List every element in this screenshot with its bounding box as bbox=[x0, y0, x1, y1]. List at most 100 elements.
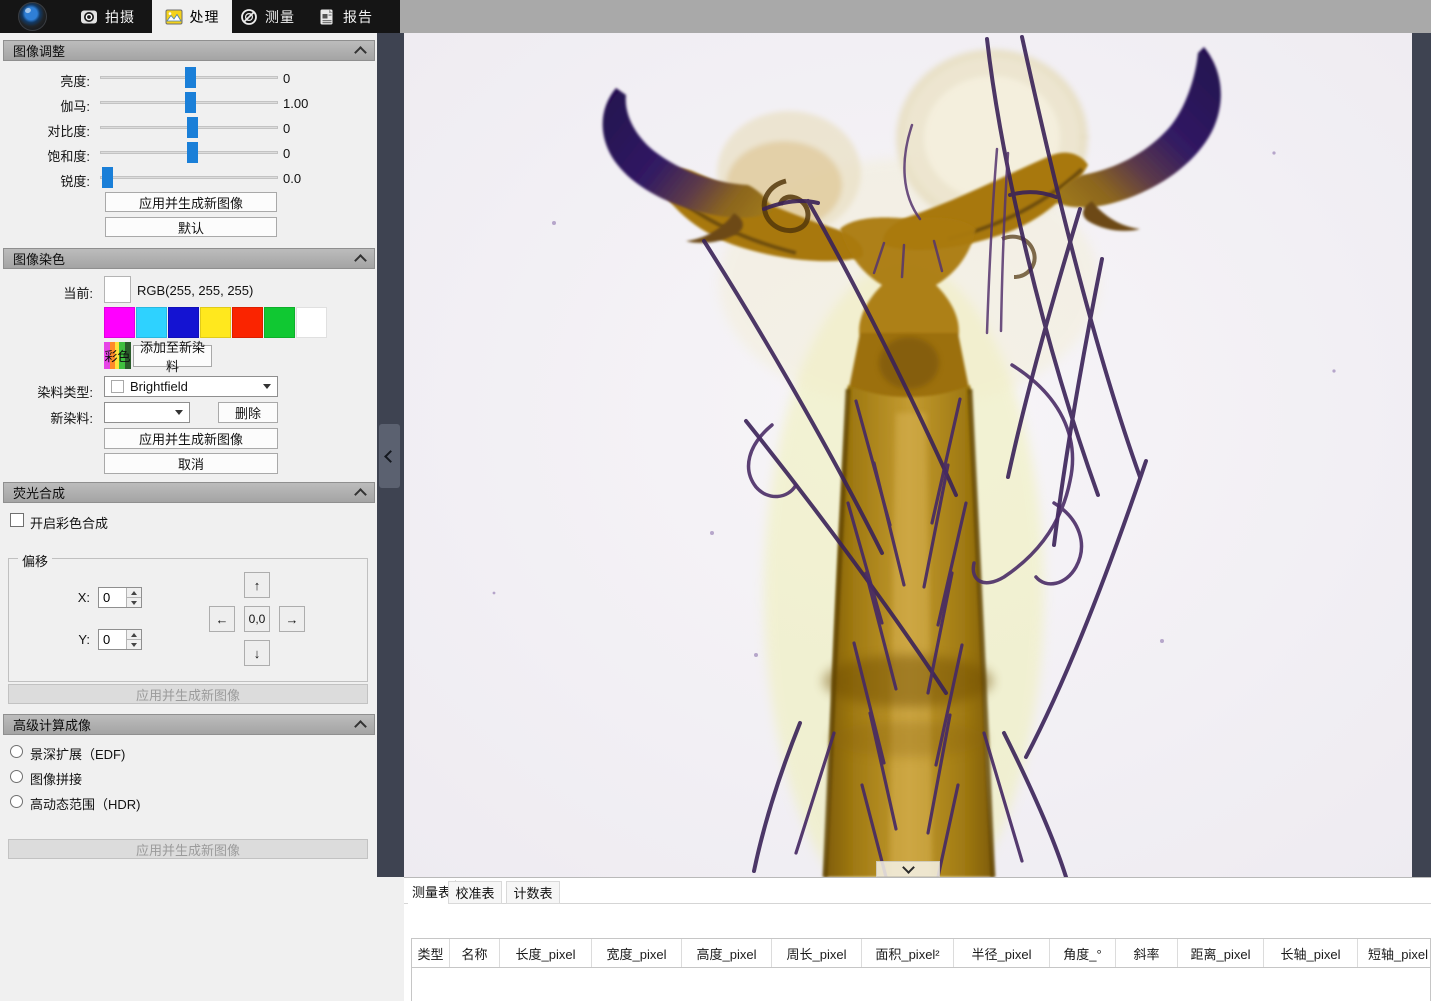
tab-report-label: 报告 bbox=[343, 7, 373, 27]
column-header-radius[interactable]: 半径_pixel bbox=[954, 939, 1050, 967]
adjust-apply-button[interactable]: 应用并生成新图像 bbox=[105, 192, 277, 212]
column-header-slope[interactable]: 斜率 bbox=[1116, 939, 1178, 967]
slider-gamma-label: 伽马: bbox=[20, 96, 90, 115]
collapse-icon[interactable] bbox=[354, 720, 367, 733]
bottom-tables-panel: 测量表 校准表 计数表 类型 名称 长度_pixel 宽度_pixel 高度_p… bbox=[404, 877, 1431, 1001]
slider-sharpness-value: 0.0 bbox=[283, 171, 301, 186]
radio-edf[interactable] bbox=[10, 745, 23, 758]
tab-measure[interactable]: 测量 bbox=[240, 0, 308, 33]
tab-process[interactable]: 处理 bbox=[152, 0, 232, 33]
offset-reset-button[interactable]: 0,0 bbox=[244, 606, 270, 632]
fluorescence-apply-button[interactable]: 应用并生成新图像 bbox=[8, 684, 368, 704]
column-header-area[interactable]: 面积_pixel² bbox=[862, 939, 954, 967]
column-header-minor-axis[interactable]: 短轴_pixel bbox=[1358, 939, 1431, 967]
panel-image-stain-header[interactable]: 图像染色 bbox=[3, 248, 375, 269]
slider-contrast-thumb[interactable] bbox=[187, 117, 198, 138]
stain-swatch-red[interactable] bbox=[232, 307, 263, 338]
radio-stitching[interactable] bbox=[10, 770, 23, 783]
column-header-major-axis[interactable]: 长轴_pixel bbox=[1264, 939, 1358, 967]
chevron-down-icon bbox=[902, 861, 915, 874]
offset-x-spinbox[interactable] bbox=[98, 587, 142, 608]
slider-contrast-value: 0 bbox=[283, 121, 290, 136]
bottom-tab-bar: 测量表 校准表 计数表 bbox=[404, 880, 1431, 904]
top-toolbar: 拍摄 处理 测量 报告 bbox=[0, 0, 1431, 33]
slider-brightness-value: 0 bbox=[283, 71, 290, 86]
radio-edf-label: 景深扩展（EDF) bbox=[30, 744, 125, 763]
column-header-perimeter[interactable]: 周长_pixel bbox=[772, 939, 862, 967]
stain-swatch-blue[interactable] bbox=[168, 307, 199, 338]
new-dye-label: 新染料: bbox=[23, 408, 93, 427]
offset-right-button[interactable]: → bbox=[279, 606, 305, 632]
stain-swatch-green[interactable] bbox=[264, 307, 295, 338]
slider-saturation-value: 0 bbox=[283, 146, 290, 161]
microscope-image-viewport[interactable] bbox=[404, 33, 1412, 877]
measurement-table-body-empty bbox=[412, 968, 1430, 1001]
collapse-icon[interactable] bbox=[354, 488, 367, 501]
offset-up-button[interactable]: ↑ bbox=[244, 572, 270, 598]
slider-contrast-label: 对比度: bbox=[20, 121, 90, 140]
chevron-down-icon bbox=[263, 384, 271, 389]
column-header-length[interactable]: 长度_pixel bbox=[500, 939, 592, 967]
report-icon bbox=[318, 8, 336, 26]
spin-down-icon[interactable] bbox=[127, 639, 141, 649]
stain-apply-button[interactable]: 应用并生成新图像 bbox=[104, 428, 278, 449]
microscope-app-window: 拍摄 处理 测量 报告 bbox=[0, 0, 1431, 1001]
slider-sharpness-thumb[interactable] bbox=[102, 167, 113, 188]
stain-add-new-dye-button[interactable]: 添加至新染料 bbox=[133, 345, 212, 367]
stain-swatch-magenta[interactable] bbox=[104, 307, 135, 338]
column-header-width[interactable]: 宽度_pixel bbox=[592, 939, 682, 967]
slider-brightness-thumb[interactable] bbox=[185, 67, 196, 88]
new-dye-delete-button[interactable]: 删除 bbox=[218, 402, 278, 423]
tab-count-table[interactable]: 计数表 bbox=[506, 881, 560, 904]
collapse-icon[interactable] bbox=[354, 46, 367, 59]
collapse-icon[interactable] bbox=[354, 254, 367, 267]
panel-fluorescence-header[interactable]: 荧光合成 bbox=[3, 482, 375, 503]
spin-up-icon[interactable] bbox=[127, 630, 141, 639]
tab-report[interactable]: 报告 bbox=[318, 0, 386, 33]
stain-swatch-yellow[interactable] bbox=[200, 307, 231, 338]
dye-type-value: Brightfield bbox=[130, 379, 188, 394]
spin-down-icon[interactable] bbox=[127, 597, 141, 607]
dye-type-label: 染料类型: bbox=[23, 382, 93, 401]
slider-gamma-thumb[interactable] bbox=[185, 92, 196, 113]
panel-fluorescence-title: 荧光合成 bbox=[13, 483, 65, 502]
slider-sharpness-track bbox=[100, 176, 278, 179]
radio-hdr-label: 高动态范围（HDR) bbox=[30, 794, 141, 813]
column-header-angle[interactable]: 角度_° bbox=[1050, 939, 1116, 967]
spin-up-icon[interactable] bbox=[127, 588, 141, 597]
radio-hdr[interactable] bbox=[10, 795, 23, 808]
tab-process-label: 处理 bbox=[190, 7, 220, 27]
panel-image-stain-title: 图像染色 bbox=[13, 249, 65, 268]
offset-left-button[interactable]: ← bbox=[209, 606, 235, 632]
panel-image-adjust-header[interactable]: 图像调整 bbox=[3, 40, 375, 61]
offset-x-label: X: bbox=[52, 590, 90, 605]
dye-type-combo[interactable]: Brightfield bbox=[104, 376, 278, 397]
enable-color-composite-checkbox[interactable] bbox=[10, 513, 24, 527]
microscope-image bbox=[404, 33, 1412, 877]
advanced-apply-button[interactable]: 应用并生成新图像 bbox=[8, 839, 368, 859]
stain-swatch-white[interactable] bbox=[296, 307, 327, 338]
chevron-down-icon bbox=[175, 410, 183, 415]
slider-saturation-label: 饱和度: bbox=[20, 146, 90, 165]
stain-rainbow-picker[interactable]: 彩色 bbox=[104, 342, 131, 369]
column-header-name[interactable]: 名称 bbox=[450, 939, 500, 967]
collapse-sidebar-button[interactable] bbox=[379, 424, 400, 488]
column-header-distance[interactable]: 距离_pixel bbox=[1178, 939, 1264, 967]
chevron-left-icon bbox=[384, 450, 397, 463]
adjust-default-button[interactable]: 默认 bbox=[105, 217, 277, 237]
slider-saturation-thumb[interactable] bbox=[187, 142, 198, 163]
new-dye-combo[interactable] bbox=[104, 402, 190, 423]
panel-advanced-imaging-header[interactable]: 高级计算成像 bbox=[3, 714, 375, 735]
stain-current-swatch bbox=[104, 276, 131, 303]
image-process-icon bbox=[165, 8, 183, 26]
column-header-type[interactable]: 类型 bbox=[412, 939, 450, 967]
offset-down-button[interactable]: ↓ bbox=[244, 640, 270, 666]
stain-swatch-cyan[interactable] bbox=[136, 307, 167, 338]
toolbar-tabstrip: 拍摄 处理 测量 报告 bbox=[0, 0, 400, 33]
tab-calibration-table[interactable]: 校准表 bbox=[448, 881, 502, 904]
stain-cancel-button[interactable]: 取消 bbox=[104, 453, 278, 474]
offset-y-spinbox[interactable] bbox=[98, 629, 142, 650]
column-header-height[interactable]: 高度_pixel bbox=[682, 939, 772, 967]
collapse-image-panel-button[interactable] bbox=[876, 861, 940, 877]
tab-capture[interactable]: 拍摄 bbox=[80, 0, 146, 33]
